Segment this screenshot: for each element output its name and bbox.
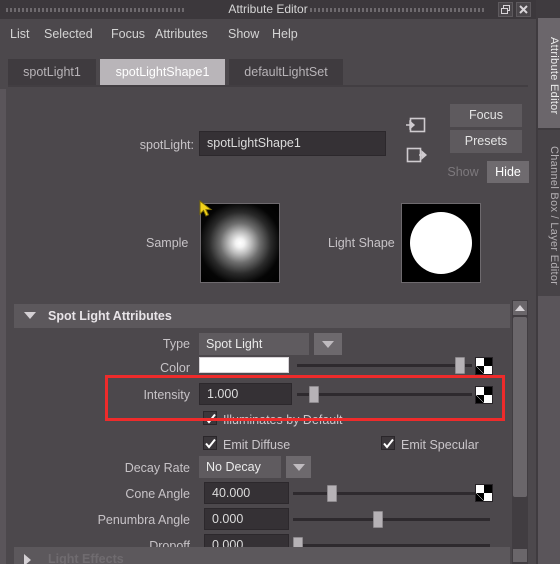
copy-tab-icon bbox=[405, 146, 427, 164]
load-attributes-button[interactable] bbox=[405, 116, 427, 136]
intensity-map-button[interactable] bbox=[475, 386, 493, 404]
penumbra-angle-slider-track[interactable] bbox=[293, 518, 490, 521]
cone-angle-slider-handle[interactable] bbox=[327, 485, 337, 502]
emit-specular-checkbox[interactable] bbox=[381, 436, 395, 450]
attribute-editor-window: Attribute Editor List Selected Focus Att… bbox=[0, 0, 560, 564]
close-icon bbox=[517, 5, 530, 14]
color-slider-handle[interactable] bbox=[455, 357, 465, 374]
emit-diffuse-label: Emit Diffuse bbox=[223, 438, 291, 452]
color-label: Color bbox=[160, 361, 190, 375]
decay-rate-select-arrow[interactable] bbox=[286, 456, 311, 478]
presets-button[interactable]: Presets bbox=[450, 130, 522, 153]
chevron-down-icon bbox=[292, 464, 305, 471]
section-light-effects[interactable]: Light Effects bbox=[14, 547, 510, 564]
rail-tab-attribute-editor[interactable]: Attribute Editor bbox=[538, 18, 560, 128]
intensity-slider-track[interactable] bbox=[297, 393, 472, 396]
load-attributes-icon bbox=[405, 116, 427, 134]
intensity-slider-handle[interactable] bbox=[309, 386, 319, 403]
section-spot-light-attributes[interactable]: Spot Light Attributes bbox=[14, 304, 510, 328]
triangle-up-icon bbox=[515, 305, 525, 311]
penumbra-angle-label: Penumbra Angle bbox=[97, 513, 190, 527]
rail-tab-channel-box[interactable]: Channel Box / Layer Editor bbox=[538, 130, 560, 296]
title-bar: Attribute Editor bbox=[0, 0, 536, 19]
sample-label: Sample bbox=[146, 236, 189, 250]
copy-tab-button[interactable] bbox=[405, 146, 427, 166]
tab-defaultlightset[interactable]: defaultLightSet bbox=[229, 59, 343, 85]
node-name-label: spotLight: bbox=[139, 138, 194, 152]
tab-underline bbox=[8, 85, 528, 87]
node-name-input[interactable]: spotLightShape1 bbox=[199, 131, 386, 156]
light-shape-label: Light Shape bbox=[328, 236, 395, 250]
penumbra-angle-input[interactable]: 0.000 bbox=[204, 508, 289, 530]
light-shape-swatch[interactable] bbox=[401, 203, 481, 283]
scrollbar-thumb[interactable] bbox=[513, 317, 527, 497]
close-button[interactable] bbox=[516, 2, 531, 17]
triangle-down-icon bbox=[24, 312, 36, 319]
section-light-effects-title: Light Effects bbox=[48, 552, 124, 564]
type-select[interactable]: Spot Light bbox=[199, 333, 309, 355]
intensity-input[interactable]: 1.000 bbox=[199, 383, 292, 405]
type-select-arrow[interactable] bbox=[314, 333, 342, 355]
rail-filler bbox=[538, 296, 560, 564]
scrollbar-down-button[interactable] bbox=[513, 549, 527, 562]
menu-bar: List Selected Focus Attributes Show Help bbox=[0, 19, 536, 49]
section-title: Spot Light Attributes bbox=[48, 309, 172, 323]
color-swatch[interactable] bbox=[199, 357, 289, 373]
focus-button[interactable]: Focus bbox=[450, 104, 522, 127]
check-icon bbox=[205, 438, 216, 449]
penumbra-angle-slider-handle[interactable] bbox=[373, 511, 383, 528]
show-button[interactable]: Show bbox=[443, 161, 483, 183]
menu-focus[interactable]: Focus bbox=[107, 24, 149, 44]
tab-spotlightshape1[interactable]: spotLightShape1 bbox=[100, 59, 225, 85]
color-map-button[interactable] bbox=[475, 357, 493, 375]
menu-list[interactable]: List bbox=[6, 24, 33, 44]
window-title: Attribute Editor bbox=[228, 2, 308, 16]
illuminates-by-default-label: Illuminates by Default bbox=[223, 413, 343, 427]
scrollbar-up-button[interactable] bbox=[513, 301, 527, 315]
cone-angle-input[interactable]: 40.000 bbox=[204, 482, 289, 504]
check-icon bbox=[205, 413, 216, 424]
type-label: Type bbox=[162, 337, 190, 351]
check-icon bbox=[383, 438, 394, 449]
menu-show[interactable]: Show bbox=[224, 24, 263, 44]
menu-selected[interactable]: Selected bbox=[40, 24, 97, 44]
light-shape-circle bbox=[410, 212, 472, 274]
intensity-label: Intensity bbox=[143, 388, 190, 402]
cone-angle-map-button[interactable] bbox=[475, 484, 493, 502]
cone-angle-slider-track[interactable] bbox=[293, 492, 475, 495]
decay-rate-select[interactable]: No Decay bbox=[199, 456, 281, 478]
illuminates-by-default-checkbox[interactable] bbox=[203, 411, 217, 425]
panel-left-edge bbox=[0, 89, 6, 564]
restore-button[interactable] bbox=[498, 2, 513, 17]
chevron-down-icon bbox=[322, 341, 334, 348]
right-tab-rail: Attribute Editor Channel Box / Layer Edi… bbox=[536, 0, 560, 564]
triangle-right-icon bbox=[24, 554, 31, 564]
emit-specular-label: Emit Specular bbox=[401, 438, 479, 452]
color-slider-track[interactable] bbox=[297, 364, 472, 367]
menu-help[interactable]: Help bbox=[268, 24, 302, 44]
emit-diffuse-checkbox[interactable] bbox=[203, 436, 217, 450]
restore-icon bbox=[499, 5, 512, 14]
menu-attributes[interactable]: Attributes bbox=[151, 24, 212, 44]
cursor-arrow-icon bbox=[196, 199, 216, 222]
cone-angle-label: Cone Angle bbox=[125, 487, 190, 501]
decay-rate-label: Decay Rate bbox=[124, 461, 190, 475]
tab-spotlight1[interactable]: spotLight1 bbox=[8, 59, 96, 85]
tab-strip: spotLight1 spotLightShape1 defaultLightS… bbox=[0, 59, 536, 89]
hide-button[interactable]: Hide bbox=[487, 161, 529, 183]
